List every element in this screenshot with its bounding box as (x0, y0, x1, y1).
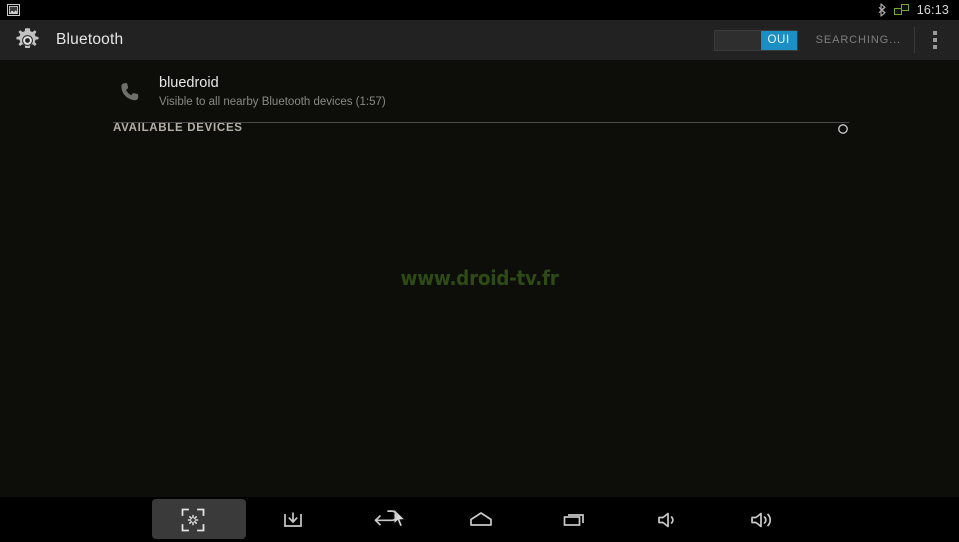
action-bar-right: OUI SEARCHING... (713, 20, 959, 60)
back-button[interactable] (340, 497, 434, 542)
loading-spinner-icon (837, 122, 849, 134)
overflow-menu-icon[interactable] (917, 20, 953, 60)
volume-down-button[interactable] (622, 497, 716, 542)
toggle-state-label: OUI (760, 30, 797, 50)
status-bar-right: 16:13 (878, 3, 959, 17)
download-icon (284, 512, 302, 527)
searching-status-text: SEARCHING... (815, 34, 901, 46)
local-device-row[interactable]: bluedroid Visible to all nearby Bluetoot… (113, 68, 849, 116)
overflow-dot-3 (933, 45, 937, 49)
bluetooth-toggle-switch[interactable]: OUI (713, 29, 798, 51)
status-bar-left (0, 4, 20, 16)
home-icon (470, 511, 492, 526)
action-bar-divider (914, 27, 915, 53)
available-devices-section-header: AVAILABLE DEVICES (113, 115, 849, 141)
download-button[interactable] (246, 497, 340, 542)
screenshot-icon (181, 508, 204, 531)
section-divider (113, 122, 849, 123)
screenshot-notification-icon (7, 4, 20, 16)
ethernet-status-icon (893, 3, 910, 17)
recent-apps-button[interactable] (528, 497, 622, 542)
local-device-subtitle: Visible to all nearby Bluetooth devices … (159, 96, 386, 108)
volume-up-button[interactable] (716, 497, 810, 542)
local-device-name: bluedroid (159, 75, 219, 91)
content-area: bluedroid Visible to all nearby Bluetoot… (0, 60, 959, 497)
recent-apps-icon (563, 513, 584, 526)
overflow-dot-2 (933, 38, 937, 42)
bluetooth-status-icon (878, 3, 887, 17)
page-title: Bluetooth (56, 31, 124, 48)
toggle-track-off (714, 30, 761, 50)
local-device-text: bluedroid Visible to all nearby Bluetoot… (159, 74, 386, 110)
section-title: AVAILABLE DEVICES (113, 122, 243, 134)
navigation-bar (0, 497, 959, 542)
home-button[interactable] (434, 497, 528, 542)
overflow-dot-1 (933, 31, 937, 35)
status-bar: 16:13 (0, 0, 959, 20)
status-bar-clock: 16:13 (916, 3, 949, 17)
action-bar: Bluetooth OUI SEARCHING... (0, 20, 959, 60)
phone-handset-icon (113, 75, 147, 109)
volume-down-icon (658, 512, 674, 527)
settings-gear-icon[interactable] (12, 25, 42, 55)
action-bar-left[interactable]: Bluetooth (0, 25, 123, 55)
android-bluetooth-settings-screen: 16:13 Bluetooth OUI SEARCHING... bluedro… (0, 0, 959, 542)
back-arrow-icon (374, 509, 398, 525)
screenshot-button[interactable] (152, 497, 406, 542)
volume-up-icon (751, 512, 772, 527)
site-watermark: www.droid-tv.fr (400, 266, 559, 290)
